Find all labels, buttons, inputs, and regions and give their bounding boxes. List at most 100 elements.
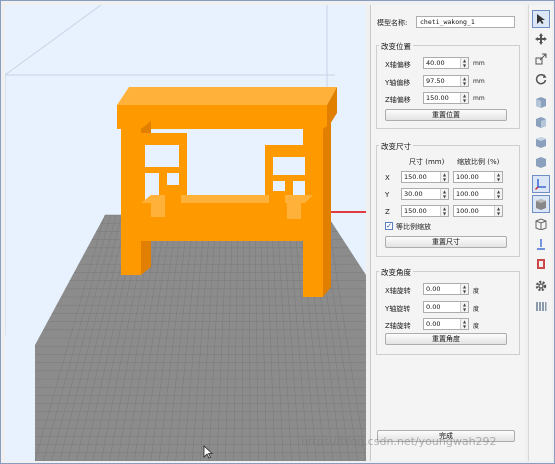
axis-z-button[interactable] xyxy=(532,235,550,253)
scale-z-input[interactable]: 100.00 ▲ ▼ xyxy=(453,205,503,217)
view-toolbar xyxy=(528,5,552,461)
slice-icon xyxy=(536,302,547,311)
scale-y-input[interactable]: 100.00 ▲ ▼ xyxy=(453,188,503,200)
size-z-spinner[interactable]: ▲ ▼ xyxy=(440,206,448,216)
view-front-icon xyxy=(536,97,546,108)
z-offset-value: 150.00 xyxy=(426,94,449,102)
scale-x-value: 100.00 xyxy=(456,173,479,181)
size-x-input[interactable]: 150.00 ▲ ▼ xyxy=(401,171,449,183)
view-back-button[interactable] xyxy=(532,113,550,131)
settings-button[interactable] xyxy=(532,277,550,295)
reset-rotation-button[interactable]: 重置角度 xyxy=(385,333,507,345)
rotation-title: 改变角度 xyxy=(379,267,413,278)
support-button[interactable] xyxy=(532,255,550,273)
position-title: 改变位置 xyxy=(379,41,413,52)
z-rotate-spinner[interactable]: ▲ ▼ xyxy=(460,319,468,329)
size-y-input[interactable]: 30.00 ▲ ▼ xyxy=(401,188,449,200)
scene xyxy=(5,5,366,461)
view-right-button[interactable] xyxy=(532,153,550,171)
size-y-spinner[interactable]: ▲ ▼ xyxy=(440,189,448,199)
axis-icon xyxy=(535,179,546,190)
select-tool[interactable] xyxy=(532,10,550,28)
view-right-icon xyxy=(536,157,546,168)
reset-size-button[interactable]: 重置尺寸 xyxy=(385,236,507,248)
size-x-spinner[interactable]: ▲ ▼ xyxy=(440,172,448,182)
z-offset-unit: mm xyxy=(473,95,485,102)
watermark: https://blog.csdn.net/youngwah292 xyxy=(301,435,497,448)
y-offset-value: 97.50 xyxy=(426,77,445,85)
select-icon xyxy=(537,14,545,24)
view-left-icon xyxy=(536,137,546,148)
y-rotate-spinner[interactable]: ▲ ▼ xyxy=(460,302,468,312)
x-offset-input[interactable]: 40.00 ▲ ▼ xyxy=(423,57,469,69)
scale-tool[interactable] xyxy=(532,50,550,68)
x-offset-spinner[interactable]: ▲ ▼ xyxy=(460,58,468,68)
y-offset-label: Y轴偏移 xyxy=(385,79,411,87)
slice-button[interactable] xyxy=(532,297,550,315)
x-rotate-value: 0.00 xyxy=(426,285,441,293)
size-z-value: 150.00 xyxy=(404,207,427,215)
x-offset-value: 40.00 xyxy=(426,59,445,67)
scale-column-header: 缩放比例 (%) xyxy=(457,158,500,166)
support-icon xyxy=(537,259,545,269)
reset-position-button[interactable]: 重置位置 xyxy=(385,109,507,121)
z-rotate-label: Z轴旋转 xyxy=(385,322,411,330)
axis-view-button[interactable] xyxy=(532,175,550,193)
y-rotate-label: Y轴旋转 xyxy=(385,305,411,313)
size-z-input[interactable]: 150.00 ▲ ▼ xyxy=(401,205,449,217)
view-left-button[interactable] xyxy=(532,133,550,151)
3d-viewport[interactable] xyxy=(5,5,366,461)
size-axis-z: Z xyxy=(385,208,390,216)
app-window: 模型名称: cheti_wakong_1 改变位置 X轴偏移 40.00 ▲ ▼ … xyxy=(0,0,555,464)
build-volume-edge xyxy=(5,5,102,76)
model-name-input[interactable]: cheti_wakong_1 xyxy=(416,16,515,28)
uniform-scale-label: 等比例缩放 xyxy=(396,223,431,231)
view-iso-button[interactable] xyxy=(532,195,550,213)
scale-z-spinner[interactable]: ▲ ▼ xyxy=(494,206,502,216)
size-title: 改变尺寸 xyxy=(379,141,413,152)
y-rotate-input[interactable]: 0.00 ▲ ▼ xyxy=(423,301,469,313)
mouse-cursor-icon xyxy=(203,445,213,459)
wireframe-icon xyxy=(535,218,547,230)
move-icon xyxy=(535,33,547,45)
z-rotate-unit: 度 xyxy=(473,323,480,330)
axis-z-icon xyxy=(537,239,545,250)
z-offset-spinner[interactable]: ▲ ▼ xyxy=(460,93,468,103)
move-tool[interactable] xyxy=(532,30,550,48)
property-panel: 模型名称: cheti_wakong_1 改变位置 X轴偏移 40.00 ▲ ▼ … xyxy=(370,5,525,461)
z-offset-label: Z轴偏移 xyxy=(385,96,411,104)
rotate-icon xyxy=(535,73,547,85)
z-rotate-value: 0.00 xyxy=(426,320,441,328)
x-rotate-label: X轴旋转 xyxy=(385,287,411,295)
view-back-icon xyxy=(536,117,546,128)
size-column-header: 尺寸 (mm) xyxy=(409,158,445,166)
x-offset-label: X轴偏移 xyxy=(385,61,411,69)
model-name-label: 模型名称: xyxy=(377,19,408,27)
y-offset-spinner[interactable]: ▲ ▼ xyxy=(460,76,468,86)
x-offset-unit: mm xyxy=(473,60,485,67)
scale-y-value: 100.00 xyxy=(456,190,479,198)
scale-y-spinner[interactable]: ▲ ▼ xyxy=(494,189,502,199)
size-axis-x: X xyxy=(385,174,390,182)
view-front-button[interactable] xyxy=(532,93,550,111)
scale-icon xyxy=(535,53,547,65)
x-rotate-input[interactable]: 0.00 ▲ ▼ xyxy=(423,283,469,295)
rotate-tool[interactable] xyxy=(532,70,550,88)
wireframe-button[interactable] xyxy=(532,215,550,233)
y-offset-unit: mm xyxy=(473,78,485,85)
y-offset-input[interactable]: 97.50 ▲ ▼ xyxy=(423,75,469,87)
settings-icon xyxy=(535,280,547,292)
x-rotate-unit: 度 xyxy=(473,288,480,295)
x-rotate-spinner[interactable]: ▲ ▼ xyxy=(460,284,468,294)
view-iso-icon xyxy=(536,199,546,210)
uniform-scale-checkbox[interactable]: ✓ xyxy=(385,222,393,230)
scale-x-input[interactable]: 100.00 ▲ ▼ xyxy=(453,171,503,183)
y-rotate-unit: 度 xyxy=(473,306,480,313)
size-x-value: 150.00 xyxy=(404,173,427,181)
y-rotate-value: 0.00 xyxy=(426,303,441,311)
z-rotate-input[interactable]: 0.00 ▲ ▼ xyxy=(423,318,469,330)
size-axis-y: Y xyxy=(385,191,390,199)
scale-x-spinner[interactable]: ▲ ▼ xyxy=(494,172,502,182)
z-offset-input[interactable]: 150.00 ▲ ▼ xyxy=(423,92,469,104)
size-y-value: 30.00 xyxy=(404,190,423,198)
